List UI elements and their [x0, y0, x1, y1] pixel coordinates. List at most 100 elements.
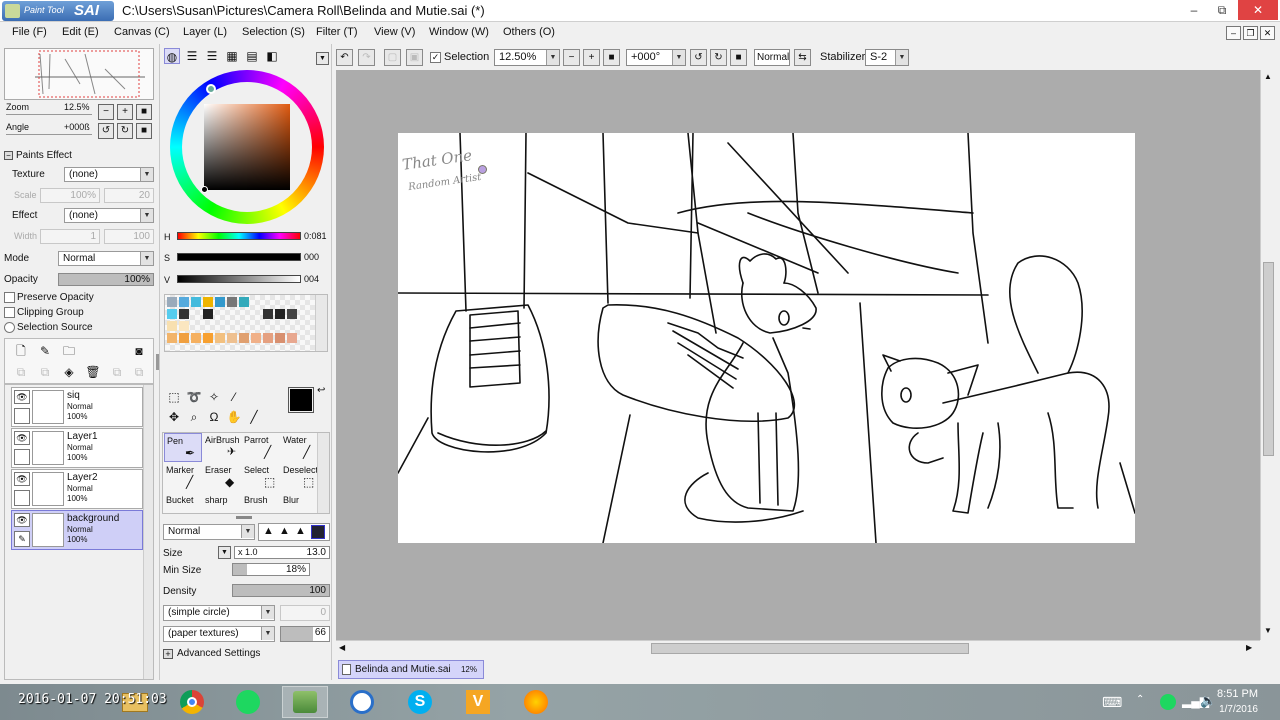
angle-slider[interactable] — [6, 134, 92, 135]
zoom-in-button[interactable]: + — [117, 104, 133, 120]
advanced-settings-label[interactable]: Advanced Settings — [177, 648, 260, 659]
tool-water[interactable]: Water ╱ — [281, 433, 319, 462]
menu-view[interactable]: View (V) — [374, 26, 415, 38]
menu-window[interactable]: Window (W) — [429, 26, 489, 38]
swatch[interactable] — [179, 297, 189, 307]
toolbar-blend-mode[interactable]: Normal — [754, 49, 790, 66]
layer-list-scrollbar[interactable] — [143, 385, 153, 679]
menu-filter[interactable]: Filter (T) — [316, 26, 358, 38]
invert-selection-button[interactable]: ▣ — [406, 49, 423, 66]
effect-select[interactable]: (none) ▼ — [64, 208, 154, 223]
undo-button[interactable]: ↶ — [336, 49, 353, 66]
density-slider[interactable]: 100 — [232, 584, 330, 597]
swatch[interactable] — [203, 333, 213, 343]
swatch[interactable] — [167, 309, 177, 319]
swatch[interactable] — [239, 297, 249, 307]
stabilizer-select[interactable]: S-2 ▼ — [865, 49, 909, 66]
zoom-slider[interactable] — [6, 114, 92, 115]
eye-icon[interactable]: 👁 — [14, 390, 30, 404]
minimize-button[interactable]: ‒ — [1180, 0, 1208, 20]
swatch[interactable] — [179, 321, 189, 331]
chevron-down-icon[interactable]: ▼ — [316, 52, 329, 65]
eye-icon[interactable]: 👁 — [14, 431, 30, 445]
brush-texture-select[interactable]: (paper textures) ▼ — [163, 626, 275, 642]
layer-mask-icon[interactable]: ◙ — [131, 343, 147, 359]
swatch[interactable] — [179, 309, 189, 319]
swatch[interactable] — [179, 333, 189, 343]
tool-airbrush[interactable]: AirBrush ✈ — [203, 433, 241, 462]
toolbar-angle-select[interactable]: +000° ▼ — [626, 49, 686, 66]
tool-pen[interactable]: Pen ✒ — [164, 433, 202, 462]
selection-source-radio[interactable] — [4, 322, 15, 333]
navigator-preview[interactable] — [4, 48, 154, 100]
tray-expand-icon[interactable]: ⌃ — [1136, 694, 1144, 705]
taskbar-skype[interactable]: S — [398, 686, 444, 718]
flip-horizontal-button[interactable]: ⇆ — [794, 49, 811, 66]
close-button[interactable]: ✕ — [1238, 0, 1278, 20]
chevron-down-icon[interactable]: ▼ — [218, 546, 231, 559]
horizontal-scroll-thumb[interactable] — [651, 643, 969, 654]
swatch[interactable] — [203, 309, 213, 319]
tool-select[interactable]: Select ⬚ — [242, 463, 280, 492]
clipping-group-checkbox[interactable] — [4, 307, 15, 318]
taskbar-date[interactable]: 1/7/2016 — [1219, 704, 1258, 715]
layer-item[interactable]: 👁 siq Normal 100% — [11, 387, 143, 427]
taskbar-vectr[interactable]: V — [456, 686, 502, 718]
rotate-right-button[interactable]: ↻ — [117, 123, 133, 139]
scroll-left-icon[interactable]: ◀ — [339, 643, 345, 652]
expand-icon[interactable]: + — [163, 649, 173, 659]
mdi-minimize-button[interactable]: – — [1226, 26, 1241, 40]
scroll-right-icon[interactable]: ▶ — [1246, 643, 1252, 652]
tip-shape-icon[interactable]: ▲ — [263, 525, 274, 537]
magic-wand-icon[interactable]: ✧ — [206, 389, 222, 405]
transfer-down-icon[interactable]: ⧉ — [13, 364, 29, 380]
selection-checkbox[interactable]: ✓ — [430, 52, 441, 63]
brush-tip-shapes[interactable]: ▲ ▲ ▲ — [258, 523, 330, 541]
brush-shape-select[interactable]: (simple circle) ▼ — [163, 605, 275, 621]
delete-layer-icon[interactable]: 🗑 — [85, 364, 101, 380]
new-linework-layer-icon[interactable]: ✎ — [37, 343, 53, 359]
eyedropper-small-icon[interactable]: ⁄ — [226, 389, 242, 405]
primary-color-swatch[interactable] — [288, 387, 314, 413]
mdi-close-button[interactable]: ✕ — [1260, 26, 1275, 40]
swatch[interactable] — [287, 333, 297, 343]
clear-layer-icon[interactable]: ◈ — [61, 364, 77, 380]
texture-select[interactable]: (none) ▼ — [64, 167, 154, 182]
layer-mode-select[interactable]: Normal ▼ — [58, 251, 154, 266]
tool-brush[interactable]: Brush — [242, 493, 280, 513]
tool-deselect[interactable]: Deselect ⬚ — [281, 463, 319, 492]
zoom-out-button[interactable]: − — [98, 104, 114, 120]
eye-icon[interactable]: 👁 — [14, 472, 30, 486]
swap-colors-icon[interactable]: ↩ — [317, 385, 325, 396]
min-size-slider[interactable]: 18% — [232, 563, 310, 576]
lineart-drawing[interactable] — [398, 133, 1135, 543]
swatch[interactable] — [251, 333, 261, 343]
rotate-reset-button[interactable]: ■ — [136, 123, 152, 139]
panel-grip[interactable] — [236, 516, 252, 519]
palette-scrollbar[interactable] — [315, 295, 327, 351]
taskbar-paint-tool-sai[interactable] — [282, 686, 328, 718]
layer-lock-toggle[interactable] — [14, 449, 30, 465]
tool-marker[interactable]: Marker ╱ — [164, 463, 202, 492]
rotate-icon[interactable]: Ω — [206, 409, 222, 425]
toolbar-zoom-out-button[interactable]: − — [563, 49, 580, 66]
move-icon[interactable]: ✥ — [166, 409, 182, 425]
tip-shape-selected-icon[interactable] — [311, 525, 325, 539]
zoom-icon[interactable]: ⌕ — [186, 409, 202, 425]
swatch[interactable] — [215, 333, 225, 343]
swatch[interactable] — [227, 297, 237, 307]
canvas-area[interactable]: That One Random Artist — [336, 70, 1260, 640]
tool-parrot[interactable]: Parrot ╱ — [242, 433, 280, 462]
keyboard-icon[interactable]: ⌨ — [1102, 694, 1122, 711]
toolbar-rotate-reset-button[interactable]: ■ — [730, 49, 747, 66]
paints-effect-collapse-icon[interactable]: − — [4, 151, 13, 160]
artboard[interactable]: That One Random Artist — [398, 133, 1135, 543]
saturation-slider[interactable] — [177, 253, 301, 261]
swatch[interactable] — [287, 309, 297, 319]
tool-grid-scrollbar[interactable] — [317, 433, 329, 513]
eye-icon[interactable]: 👁 — [14, 513, 30, 527]
taskbar-sun-app[interactable] — [514, 686, 560, 718]
new-folder-icon[interactable]: 🗀 — [61, 343, 77, 359]
hue-cursor[interactable] — [206, 84, 216, 94]
eyedropper-icon[interactable]: ╱ — [246, 409, 262, 425]
